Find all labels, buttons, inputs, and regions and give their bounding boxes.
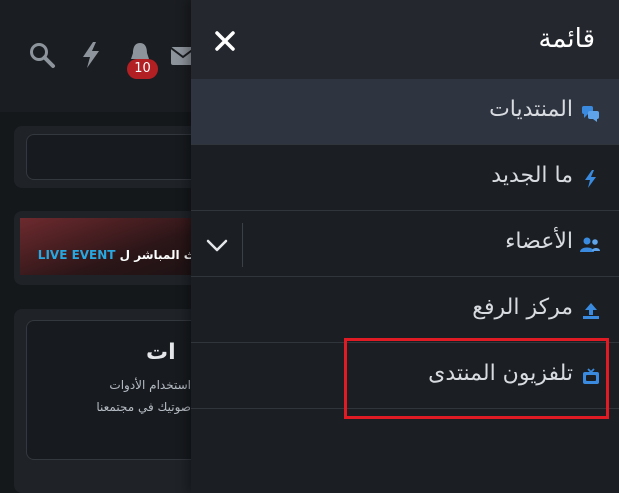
menu-item-members[interactable]: الأعضاء xyxy=(191,211,619,277)
menu-item-whats-new[interactable]: ما الجديد xyxy=(191,145,619,211)
menu-item-label: تلفزيون المنتدى xyxy=(428,361,573,386)
info-card-title: ات xyxy=(146,340,176,365)
search-input[interactable] xyxy=(26,134,216,180)
menu-item-label: الأعضاء xyxy=(505,229,573,254)
live-event-card: البث المباشر ل LIVE EVENT xyxy=(14,211,214,285)
menu-item-label: مركز الرفع xyxy=(472,295,573,320)
live-event-banner[interactable]: البث المباشر ل LIVE EVENT xyxy=(20,218,214,275)
bolt-icon[interactable] xyxy=(80,41,102,73)
banner-live-label: LIVE EVENT xyxy=(37,248,116,262)
tv-icon xyxy=(581,367,601,387)
menu-item-label: المنتديات xyxy=(489,97,573,122)
chevron-down-icon[interactable] xyxy=(205,235,229,255)
users-icon xyxy=(580,235,601,255)
live-event-text: البث المباشر ل LIVE EVENT xyxy=(38,248,210,262)
menu-item-label: ما الجديد xyxy=(491,163,573,188)
menu-title: قائمة xyxy=(538,24,595,54)
menu-item-divider xyxy=(242,223,243,267)
comments-icon xyxy=(581,103,601,123)
info-card-line-2: صوتيك في مجتمعنا xyxy=(96,400,191,414)
side-menu: قائمة المنتديات ما الجديد الأعضاء مركز ا… xyxy=(191,0,619,493)
menu-header: قائمة xyxy=(191,0,619,79)
menu-item-upload-center[interactable]: مركز الرفع xyxy=(191,277,619,343)
menu-item-forums[interactable]: المنتديات xyxy=(191,79,619,145)
menu-item-forum-tv[interactable]: تلفزيون المنتدى xyxy=(191,343,619,409)
upload-icon xyxy=(581,301,601,321)
notification-badge: 10 xyxy=(127,59,158,79)
bolt-icon xyxy=(581,169,601,189)
search-icon[interactable] xyxy=(28,41,56,73)
info-card-line-1: استخدام الأدوات xyxy=(109,378,191,392)
close-icon[interactable] xyxy=(213,29,237,53)
